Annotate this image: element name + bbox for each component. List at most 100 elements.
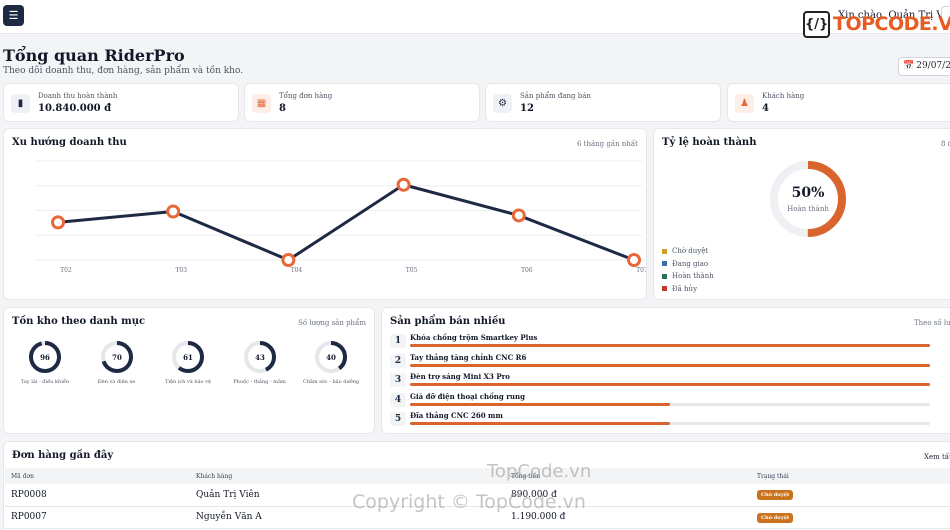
rank-number: 5 [390,412,406,426]
revenue-series-line [57,183,635,262]
stat-card-customers: ♟ Khách hàng 4 [727,83,950,122]
legend-item: Chờ duyệt [662,247,714,260]
sales-bar-fill [410,363,930,367]
revenue-note: 6 tháng gần nhất [576,140,638,148]
inventory-title: Tồn kho theo danh mục [12,316,146,327]
gauge-label: Tiện ích và bảo vệ [165,379,211,385]
revenue-point[interactable] [51,215,65,230]
inventory-note: Số lượng sản phẩm [298,319,366,327]
product-name: Khóa chống trộm Smartkey Plus [410,333,538,342]
calendar-icon: 📅 [903,61,915,71]
legend-swatch [662,248,667,254]
logo-text: TOPCODE.VN [833,13,950,35]
legend-item: Đang giao [662,260,714,273]
gauge-value: 70 [112,353,122,362]
stat-card-orders: ▦ Tổng đơn hàng 8 [244,83,480,122]
gauge-value: 96 [40,353,50,362]
legend-label: Chờ duyệt [672,247,709,255]
logo-mark: {/} [803,11,830,38]
x-tick-label: T07 [636,267,646,274]
sales-bar-fill [410,402,670,406]
order-id: RP0007 [5,506,190,529]
product-name: Giá đỡ điện thoại chống rung [410,391,525,401]
revenue-point[interactable] [166,204,181,219]
bestsellers-title: Sản phẩm bán nhiều [390,316,506,327]
legend-item: Đã hủy [662,285,714,298]
date-value: 29/07/2025 [916,61,950,71]
view-all-link[interactable]: Xem tất cả [924,453,950,461]
watermark-small: TopCode.vn [487,461,592,482]
revenue-point[interactable] [511,208,526,223]
stat-label: Sản phẩm đang bán [520,92,591,100]
order-id: RP0008 [5,484,190,507]
completion-percent: 50% [791,185,825,201]
gauge-ring: 43 [243,341,276,373]
legend-item: Hoàn thành [662,272,714,285]
revenue-point[interactable] [396,177,411,192]
stat-card-products: ⚙ Sản phẩm đang bán 12 [485,83,721,122]
revenue-point[interactable] [281,253,296,267]
sales-bar-track [410,402,930,406]
completion-note: 8 đơn [941,140,950,148]
x-tick-label: T06 [521,267,533,274]
legend-label: Đang giao [672,259,709,268]
gauge-ring: 70 [100,341,133,373]
x-tick-label: T03 [175,267,187,274]
stat-value: 8 [279,103,286,114]
x-tick-label: T02 [60,267,72,274]
inventory-gauge: 40 Chăm sóc - bảo dưỡng [296,340,366,400]
recent-orders-card: Đơn hàng gần đây Xem tất cả Mã đơn Khách… [3,441,950,530]
sales-bar-track [410,363,930,367]
column-header: Mã đơn [5,468,190,484]
inventory-gauge: 96 Tay lái - điều khiển [10,340,80,400]
column-header: Trạng thái [751,468,950,484]
legend-swatch [662,273,667,279]
completion-sublabel: Hoàn thành [787,205,829,213]
inventory-gauges: 96 Tay lái - điều khiển 70 Đèn và điện xe 61… [10,340,366,400]
date-picker[interactable]: 📅29/07/2025 [898,57,950,76]
revenue-title: Xu hướng doanh thu [12,137,127,148]
stat-label: Tổng đơn hàng [279,92,333,100]
status-badge: Chờ duyệt [757,512,794,523]
order-status: Chờ duyệt [751,484,950,507]
hamburger-icon: ☰ [8,9,19,22]
users-icon: ♟ [735,94,754,113]
stat-label: Doanh thu hoàn thành [38,92,118,100]
calendar-icon: ▦ [252,94,271,113]
sales-bar-fill [410,383,930,386]
wallet-icon: ▮ [11,94,30,113]
page-title: Tổng quan RiderPro [3,46,185,65]
rank-number: 3 [390,373,406,387]
x-tick-label: T05 [406,267,418,274]
order-status: Chờ duyệt [751,506,950,529]
gauge-label: Chăm sóc - bảo dưỡng [302,379,360,385]
topcode-logo: {/} TOPCODE.VN [803,11,950,39]
revenue-line-chart: T02 T03 T04 T05 T06 T07 [36,160,646,274]
stat-value: 12 [520,103,534,114]
product-name: Đèn trợ sáng Mini X3 Pro [410,372,510,381]
column-header: Khách hàng [190,468,505,484]
watermark-large: Copyright © TopCode.vn [352,491,586,513]
legend-swatch [662,261,667,266]
menu-toggle-button[interactable]: ☰ [3,5,24,26]
revenue-point[interactable] [627,253,641,267]
status-legend: Chờ duyệt Đang giao Hoàn thành Đã hủy [662,247,714,297]
sales-bar-fill [410,422,670,425]
inventory-card: Tồn kho theo danh mục Số lượng sản phẩm … [3,307,375,434]
sales-bar-track [410,383,930,386]
gauge-value: 40 [326,353,336,362]
legend-swatch [662,286,667,291]
inventory-gauge: 43 Phuộc - thắng - mâm [225,340,295,400]
legend-label: Đã hủy [672,284,698,293]
gauge-ring: 40 [315,341,347,373]
stat-value: 10.840.000 đ [38,103,112,114]
sales-bar-fill [410,344,930,347]
gears-icon: ⚙ [493,94,512,113]
completion-card: Tỷ lệ hoàn thành 8 đơn 50% Hoàn thành Ch… [653,128,950,300]
inventory-gauge: 61 Tiện ích và bảo vệ [153,340,223,400]
product-name: Tay thắng tăng chỉnh CNC R6 [410,352,527,362]
gauge-ring: 96 [29,341,61,373]
bestsellers-note: Theo số lượng [914,319,950,327]
stat-label: Khách hàng [762,92,805,100]
gauge-value: 43 [255,353,265,362]
